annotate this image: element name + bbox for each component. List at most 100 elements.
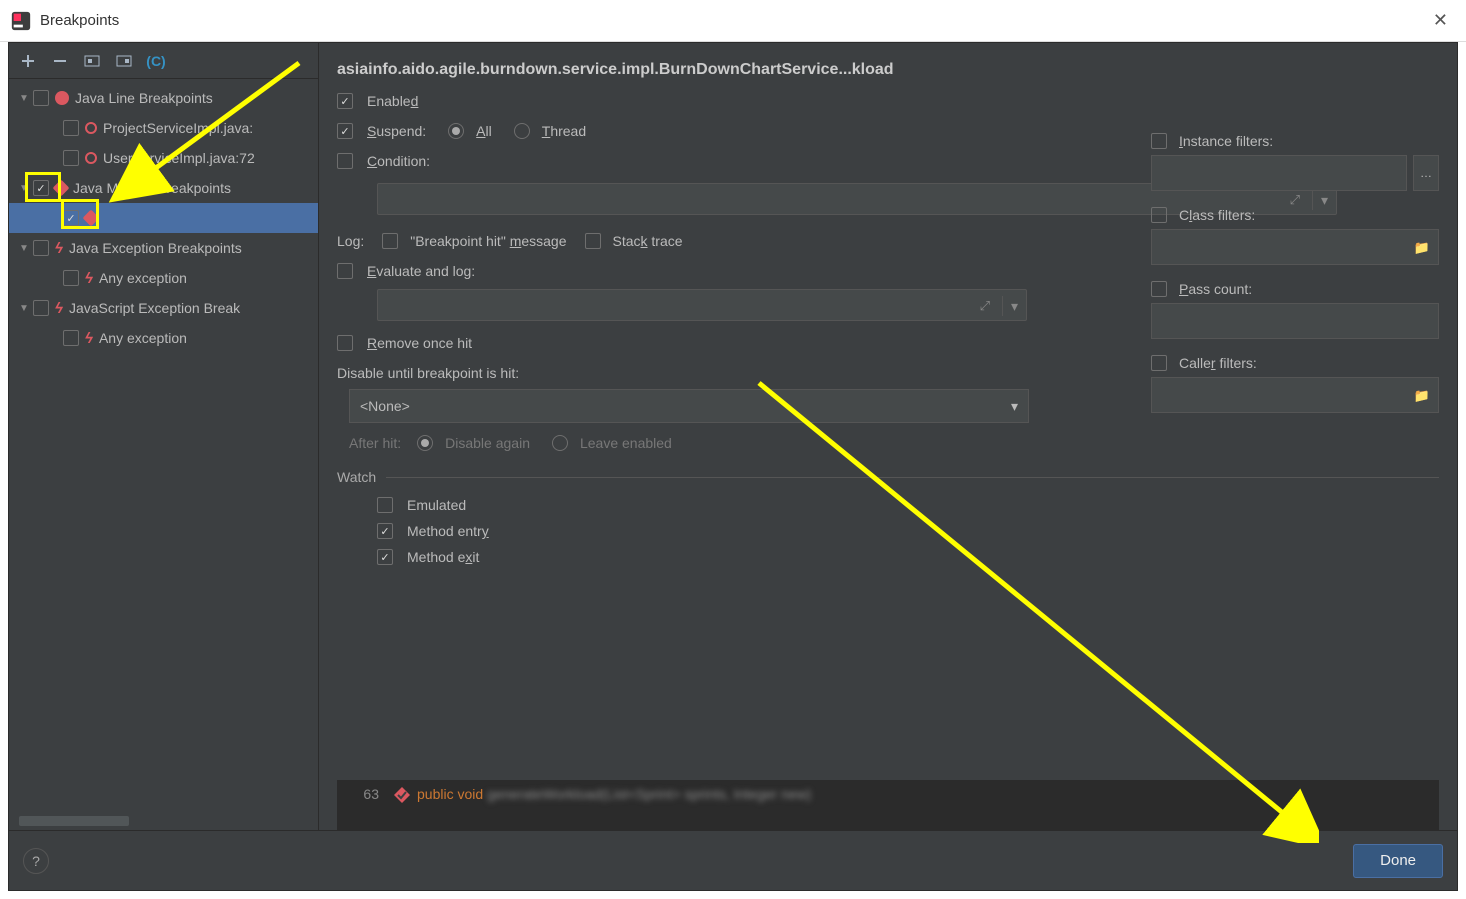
chevron-down-icon[interactable]: ▼: [19, 303, 29, 314]
caller-checkbox[interactable]: [1151, 355, 1167, 371]
tree-group-line[interactable]: ▼ Java Line Breakpoints: [9, 83, 318, 113]
group-checkbox[interactable]: [33, 180, 49, 196]
line-number: 63: [337, 786, 387, 802]
expand-icon[interactable]: ⤢: [980, 298, 990, 314]
radio-thread-label: Thread: [542, 123, 586, 139]
item-label: ProjectServiceImpl.java:: [103, 120, 253, 136]
bphit-checkbox[interactable]: [382, 233, 398, 249]
group-checkbox[interactable]: [33, 300, 49, 316]
radio-disable-again: [417, 435, 433, 451]
item-checkbox[interactable]: [63, 330, 79, 346]
browse-button[interactable]: …: [1413, 155, 1439, 191]
add-icon[interactable]: [19, 52, 37, 70]
bphit-label: "Breakpoint hit" message: [410, 233, 566, 249]
pass-input[interactable]: [1151, 303, 1439, 339]
instance-filter: Instance filters: …: [1151, 133, 1439, 191]
emulated-option[interactable]: Emulated: [377, 497, 1439, 513]
instance-input[interactable]: [1151, 155, 1407, 191]
remove-once-label: Remove once hit: [367, 335, 472, 351]
entry-label: Method entry: [407, 523, 489, 539]
breakpoint-path-header: asiainfo.aido.agile.burndown.service.imp…: [337, 61, 1439, 79]
tree-item[interactable]: ϟ Any exception: [9, 263, 318, 293]
after-hit-row: After hit: Disable again Leave enabled: [349, 435, 1439, 451]
breakpoint-tree[interactable]: ▼ Java Line Breakpoints ProjectServiceIm…: [9, 79, 318, 812]
method-exit-option[interactable]: Method exit: [377, 549, 1439, 565]
exception-breakpoint-icon: ϟ: [85, 330, 93, 347]
class-input[interactable]: 📁: [1151, 229, 1439, 265]
watch-section: Watch: [337, 469, 1439, 485]
group-by-file-icon[interactable]: [115, 52, 133, 70]
enabled-label: EnabledEnabled: [367, 93, 418, 109]
suspend-checkbox[interactable]: [337, 123, 353, 139]
tree-item-selected[interactable]: [9, 203, 318, 233]
exception-breakpoint-icon: ϟ: [55, 300, 63, 317]
evaluate-checkbox[interactable]: [337, 263, 353, 279]
chevron-down-icon: ▾: [1011, 398, 1018, 415]
group-checkbox[interactable]: [33, 240, 49, 256]
caller-filter: Caller filters: 📁: [1151, 355, 1439, 413]
tree-group-js-exception[interactable]: ▼ ϟ JavaScript Exception Break: [9, 293, 318, 323]
breakpoints-dialog: (C) ▼ Java Line Breakpoints ProjectServi…: [8, 42, 1458, 891]
radio-leave-enabled: [552, 435, 568, 451]
method-breakpoint-icon: [83, 210, 100, 227]
remove-icon[interactable]: [51, 52, 69, 70]
group-checkbox[interactable]: [33, 90, 49, 106]
tree-item[interactable]: ProjectServiceImpl.java:: [9, 113, 318, 143]
horizontal-scrollbar[interactable]: [19, 816, 129, 826]
exit-label: Method exit: [407, 549, 479, 565]
item-checkbox[interactable]: [63, 120, 79, 136]
close-icon[interactable]: ✕: [1425, 6, 1456, 35]
item-label: UserServiceImpl.java:72: [103, 150, 255, 166]
tree-group-method[interactable]: ▼ Java Method Breakpoints: [9, 173, 318, 203]
class-filter: Class filters: 📁: [1151, 207, 1439, 265]
exception-breakpoint-icon: ϟ: [85, 270, 93, 287]
instance-checkbox[interactable]: [1151, 133, 1167, 149]
chevron-down-icon[interactable]: ▾: [1002, 296, 1018, 316]
class-checkbox[interactable]: [1151, 207, 1167, 223]
evaluate-label: Evaluate and log:: [367, 263, 475, 279]
radio-disable-again-label: Disable again: [445, 435, 530, 451]
method-entry-option[interactable]: Method entry: [377, 523, 1439, 539]
done-button[interactable]: Done: [1353, 844, 1443, 878]
emulated-checkbox[interactable]: [377, 497, 393, 513]
chevron-down-icon[interactable]: ▼: [19, 243, 29, 254]
stacktrace-label: Stack trace: [613, 233, 683, 249]
group-by-package-icon[interactable]: [83, 52, 101, 70]
folder-icon[interactable]: 📁: [1414, 240, 1430, 256]
chevron-down-icon[interactable]: ▼: [19, 93, 29, 104]
radio-thread[interactable]: [514, 123, 530, 139]
filters-panel: Instance filters: … Class filters: 📁: [1151, 133, 1439, 429]
evaluate-input[interactable]: ⤢ ▾: [377, 289, 1027, 321]
group-label: Java Line Breakpoints: [75, 90, 213, 106]
group-label: Java Exception Breakpoints: [69, 240, 242, 256]
radio-all[interactable]: [448, 123, 464, 139]
tree-group-exception[interactable]: ▼ ϟ Java Exception Breakpoints: [9, 233, 318, 263]
condition-checkbox[interactable]: [337, 153, 353, 169]
log-bphit[interactable]: "Breakpoint hit" message: [382, 233, 566, 249]
remove-once-checkbox[interactable]: [337, 335, 353, 351]
item-checkbox[interactable]: [63, 150, 79, 166]
group-by-class-icon[interactable]: (C): [147, 52, 165, 70]
tree-item[interactable]: ϟ Any exception: [9, 323, 318, 353]
disable-until-select[interactable]: <None> ▾: [349, 389, 1029, 423]
method-breakpoint-icon: [53, 180, 70, 197]
group-label: Java Method Breakpoints: [73, 180, 231, 196]
enabled-checkbox[interactable]: [337, 93, 353, 109]
entry-checkbox[interactable]: [377, 523, 393, 539]
item-checkbox[interactable]: [63, 270, 79, 286]
enabled-option[interactable]: EnabledEnabled: [337, 93, 1439, 109]
pass-checkbox[interactable]: [1151, 281, 1167, 297]
group-label: JavaScript Exception Break: [69, 300, 240, 316]
code-line: public void generateWorkload(List<Sprint…: [417, 786, 811, 802]
log-stacktrace[interactable]: Stack trace: [585, 233, 683, 249]
exit-checkbox[interactable]: [377, 549, 393, 565]
caller-input[interactable]: 📁: [1151, 377, 1439, 413]
chevron-down-icon[interactable]: ▼: [19, 183, 29, 194]
tree-item[interactable]: UserServiceImpl.java:72: [9, 143, 318, 173]
stacktrace-checkbox[interactable]: [585, 233, 601, 249]
item-checkbox[interactable]: [63, 210, 79, 226]
right-panel: asiainfo.aido.agile.burndown.service.imp…: [319, 43, 1457, 830]
folder-icon[interactable]: 📁: [1414, 388, 1430, 404]
help-button[interactable]: ?: [23, 848, 49, 874]
line-breakpoint-icon: [55, 91, 69, 105]
